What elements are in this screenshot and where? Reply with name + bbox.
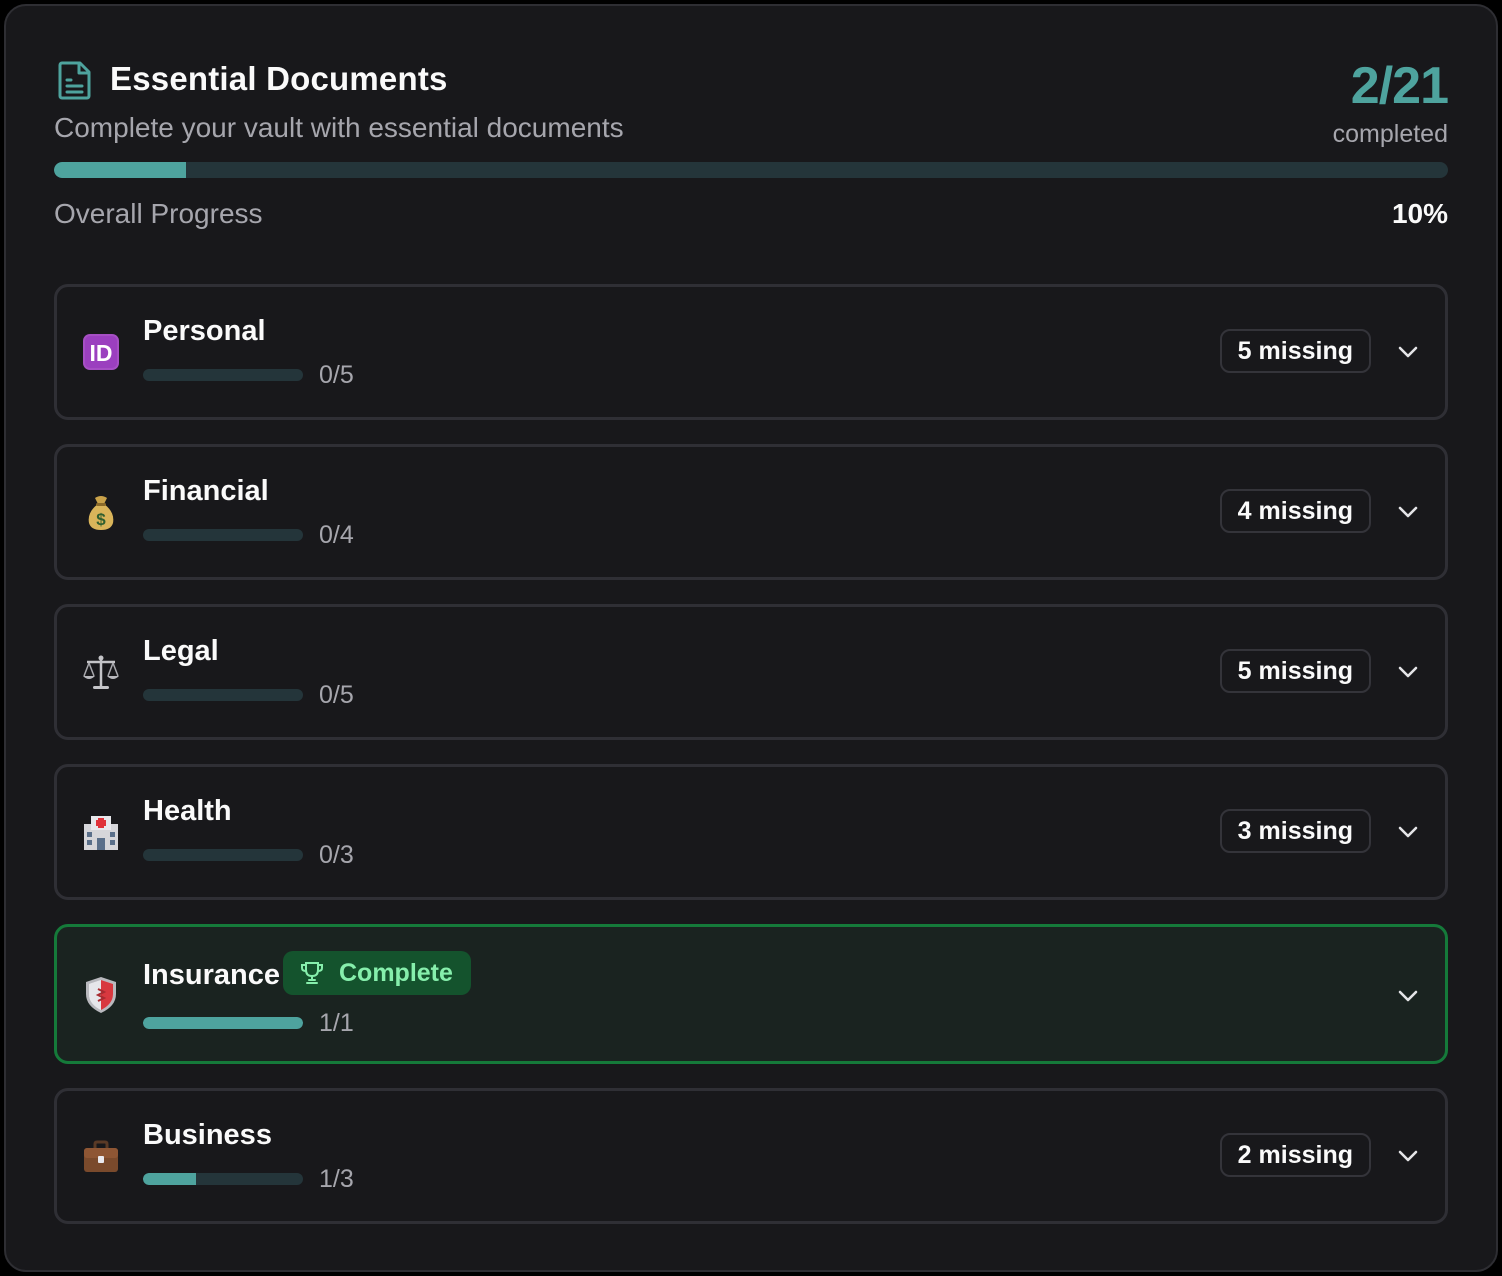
- missing-badge: 2 missing: [1219, 1133, 1371, 1177]
- category-name: Business: [143, 1119, 272, 1151]
- category-name: Financial: [143, 475, 269, 507]
- category-fraction: 0/3: [319, 841, 354, 869]
- category-progress-bar: [143, 1173, 303, 1185]
- category-fraction: 1/1: [319, 1009, 354, 1037]
- category-fraction: 0/5: [319, 361, 354, 389]
- category-personal[interactable]: ID Personal 0/5 5 missing: [54, 284, 1448, 420]
- overall-progress-percent: 10%: [1391, 198, 1448, 229]
- complete-badge-label: Complete: [339, 959, 453, 987]
- category-fraction: 1/3: [319, 1165, 354, 1193]
- category-name: Personal: [143, 315, 266, 347]
- completed-label: completed: [1332, 120, 1448, 148]
- overall-progress-label: Overall Progress: [54, 198, 263, 229]
- trophy-icon: [301, 962, 323, 984]
- panel-header: Essential Documents Complete your vault …: [54, 57, 1449, 158]
- missing-badge: 5 missing: [1219, 329, 1371, 373]
- page-title: Essential Documents: [110, 60, 448, 97]
- category-progress-bar: [143, 529, 303, 541]
- chevron-down-icon[interactable]: [1395, 339, 1421, 365]
- category-progress-fill: [143, 1017, 303, 1029]
- missing-badge: 3 missing: [1219, 809, 1371, 853]
- category-name: Legal: [143, 635, 219, 667]
- svg-text:ID: ID: [90, 340, 113, 366]
- document-icon: [58, 61, 91, 100]
- category-health[interactable]: Health 0/3 3 missing: [54, 764, 1448, 900]
- chevron-down-icon[interactable]: [1395, 659, 1421, 685]
- overall-progress-bar: [54, 162, 1448, 178]
- complete-badge: Complete: [283, 951, 471, 995]
- svg-text:$: $: [96, 510, 106, 529]
- missing-badge: 4 missing: [1219, 489, 1371, 533]
- chevron-down-icon[interactable]: [1395, 1143, 1421, 1169]
- scales-icon: [83, 655, 119, 689]
- category-progress-bar: [143, 849, 303, 861]
- category-name: Health: [143, 795, 232, 827]
- category-progress-bar: [143, 689, 303, 701]
- category-insurance[interactable]: Insurance Complete 1/1: [54, 924, 1448, 1064]
- category-business[interactable]: Business 1/3 2 missing: [54, 1088, 1448, 1224]
- category-legal[interactable]: Legal 0/5 5 missing: [54, 604, 1448, 740]
- completed-count: 2/21: [1350, 57, 1449, 115]
- chevron-down-icon[interactable]: [1395, 499, 1421, 525]
- id-icon: ID: [83, 334, 119, 370]
- missing-badge: 5 missing: [1219, 649, 1371, 693]
- briefcase-icon: [84, 1140, 118, 1172]
- category-progress-bar: [143, 1017, 303, 1029]
- category-fraction: 0/4: [319, 521, 354, 549]
- category-progress-fill: [143, 1173, 197, 1185]
- money-bag-icon: $: [88, 496, 114, 530]
- category-name: Insurance: [143, 959, 280, 991]
- hospital-icon: [84, 816, 118, 850]
- chevron-down-icon[interactable]: [1395, 819, 1421, 845]
- overall-progress-fill: [54, 162, 187, 178]
- chevron-down-icon[interactable]: [1395, 983, 1421, 1009]
- category-fraction: 0/5: [319, 681, 354, 709]
- essential-documents-panel: Essential Documents Complete your vault …: [4, 4, 1498, 1272]
- page-subtitle: Complete your vault with essential docum…: [54, 112, 624, 143]
- shield-icon: [86, 977, 116, 1013]
- category-financial[interactable]: $ Financial 0/4 4 missing: [54, 444, 1448, 580]
- category-progress-bar: [143, 369, 303, 381]
